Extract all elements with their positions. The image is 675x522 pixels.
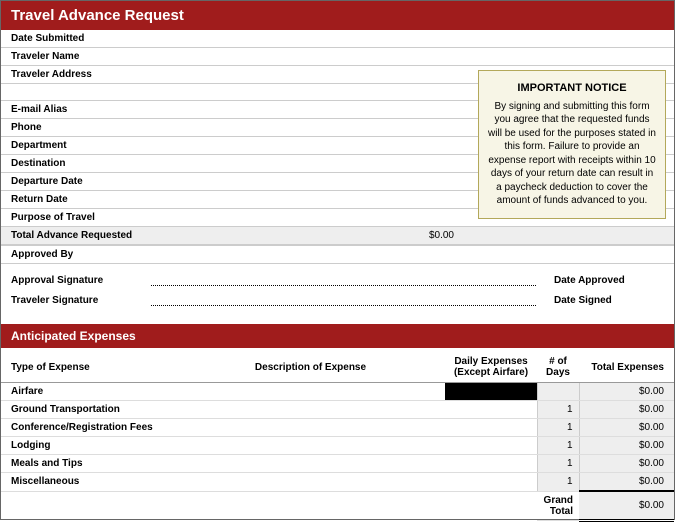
expense-total: $0.00 <box>579 419 674 437</box>
col-total: Total Expenses <box>579 352 674 383</box>
label-traveler-address: Traveler Address <box>1 66 151 84</box>
label-email-alias: E-mail Alias <box>1 101 151 119</box>
expense-type: Ground Transportation <box>1 401 176 419</box>
label-traveler-name: Traveler Name <box>1 48 151 66</box>
expense-row: Conference/Registration Fees 1$0.00 <box>1 419 674 437</box>
expense-desc[interactable] <box>176 419 445 437</box>
grand-total-label: Grand Total <box>537 491 579 520</box>
expense-desc[interactable] <box>176 401 445 419</box>
page-title: Travel Advance Request <box>1 1 674 30</box>
expense-desc[interactable] <box>176 473 445 492</box>
expense-row: Meals and Tips 1$0.00 <box>1 455 674 473</box>
approval-signature-row: Approval Signature Date Approved <box>1 266 674 286</box>
col-type: Type of Expense <box>1 352 176 383</box>
label-date-approved: Date Approved <box>554 275 664 286</box>
expense-days[interactable] <box>537 383 579 401</box>
expense-desc[interactable] <box>176 437 445 455</box>
signature-block: Approval Signature Date Approved Travele… <box>1 266 674 314</box>
label-traveler-address-2 <box>1 84 151 101</box>
expense-row: Airfare $0.00 <box>1 383 674 401</box>
expense-total: $0.00 <box>579 383 674 401</box>
value-date-submitted[interactable] <box>151 30 674 48</box>
expense-days[interactable]: 1 <box>537 455 579 473</box>
label-return-date: Return Date <box>1 191 151 209</box>
approval-signature-line[interactable] <box>151 272 536 286</box>
notice-body: By signing and submitting this form you … <box>488 101 656 207</box>
label-phone: Phone <box>1 119 151 137</box>
label-approved-by: Approved By <box>1 245 674 264</box>
expense-desc[interactable] <box>176 383 445 401</box>
traveler-signature-line[interactable] <box>151 292 536 306</box>
expense-type: Lodging <box>1 437 176 455</box>
label-date-signed: Date Signed <box>554 295 664 306</box>
label-date-submitted: Date Submitted <box>1 30 151 48</box>
expense-type: Airfare <box>1 383 176 401</box>
expense-days[interactable]: 1 <box>537 401 579 419</box>
notice-heading: IMPORTANT NOTICE <box>487 81 657 96</box>
expense-total: $0.00 <box>579 437 674 455</box>
expense-daily[interactable] <box>445 455 537 473</box>
expenses-table: Type of Expense Description of Expense D… <box>1 352 674 522</box>
important-notice-box: IMPORTANT NOTICE By signing and submitti… <box>478 70 666 219</box>
col-desc: Description of Expense <box>176 352 445 383</box>
col-daily: Daily Expenses (Except Airfare) <box>445 352 537 383</box>
label-destination: Destination <box>1 155 151 173</box>
expense-type: Conference/Registration Fees <box>1 419 176 437</box>
label-total-requested: Total Advance Requested <box>1 227 151 245</box>
expense-total: $0.00 <box>579 473 674 492</box>
label-approval-signature: Approval Signature <box>11 275 151 286</box>
col-days: # of Days <box>537 352 579 383</box>
expense-row: Ground Transportation 1$0.00 <box>1 401 674 419</box>
grand-total-value: $0.00 <box>579 491 674 520</box>
expense-row: Miscellaneous 1$0.00 <box>1 473 674 492</box>
expense-daily[interactable] <box>445 419 537 437</box>
label-department: Department <box>1 137 151 155</box>
label-traveler-signature: Traveler Signature <box>11 295 151 306</box>
expense-days[interactable]: 1 <box>537 437 579 455</box>
expense-daily[interactable] <box>445 473 537 492</box>
expenses-heading: Anticipated Expenses <box>1 324 674 348</box>
expense-type: Miscellaneous <box>1 473 176 492</box>
expense-days[interactable]: 1 <box>537 473 579 492</box>
expense-daily[interactable] <box>445 437 537 455</box>
label-departure-date: Departure Date <box>1 173 151 191</box>
expense-total: $0.00 <box>579 401 674 419</box>
traveler-signature-row: Traveler Signature Date Signed <box>1 286 674 314</box>
expense-daily[interactable] <box>445 383 537 401</box>
value-total-requested: $0.00 <box>151 227 674 245</box>
expense-desc[interactable] <box>176 455 445 473</box>
label-purpose: Purpose of Travel <box>1 209 151 227</box>
value-traveler-name[interactable] <box>151 48 674 66</box>
expense-daily[interactable] <box>445 401 537 419</box>
expense-days[interactable]: 1 <box>537 419 579 437</box>
expense-total: $0.00 <box>579 455 674 473</box>
form-area: IMPORTANT NOTICE By signing and submitti… <box>1 30 674 314</box>
expense-row: Lodging 1$0.00 <box>1 437 674 455</box>
expense-type: Meals and Tips <box>1 455 176 473</box>
